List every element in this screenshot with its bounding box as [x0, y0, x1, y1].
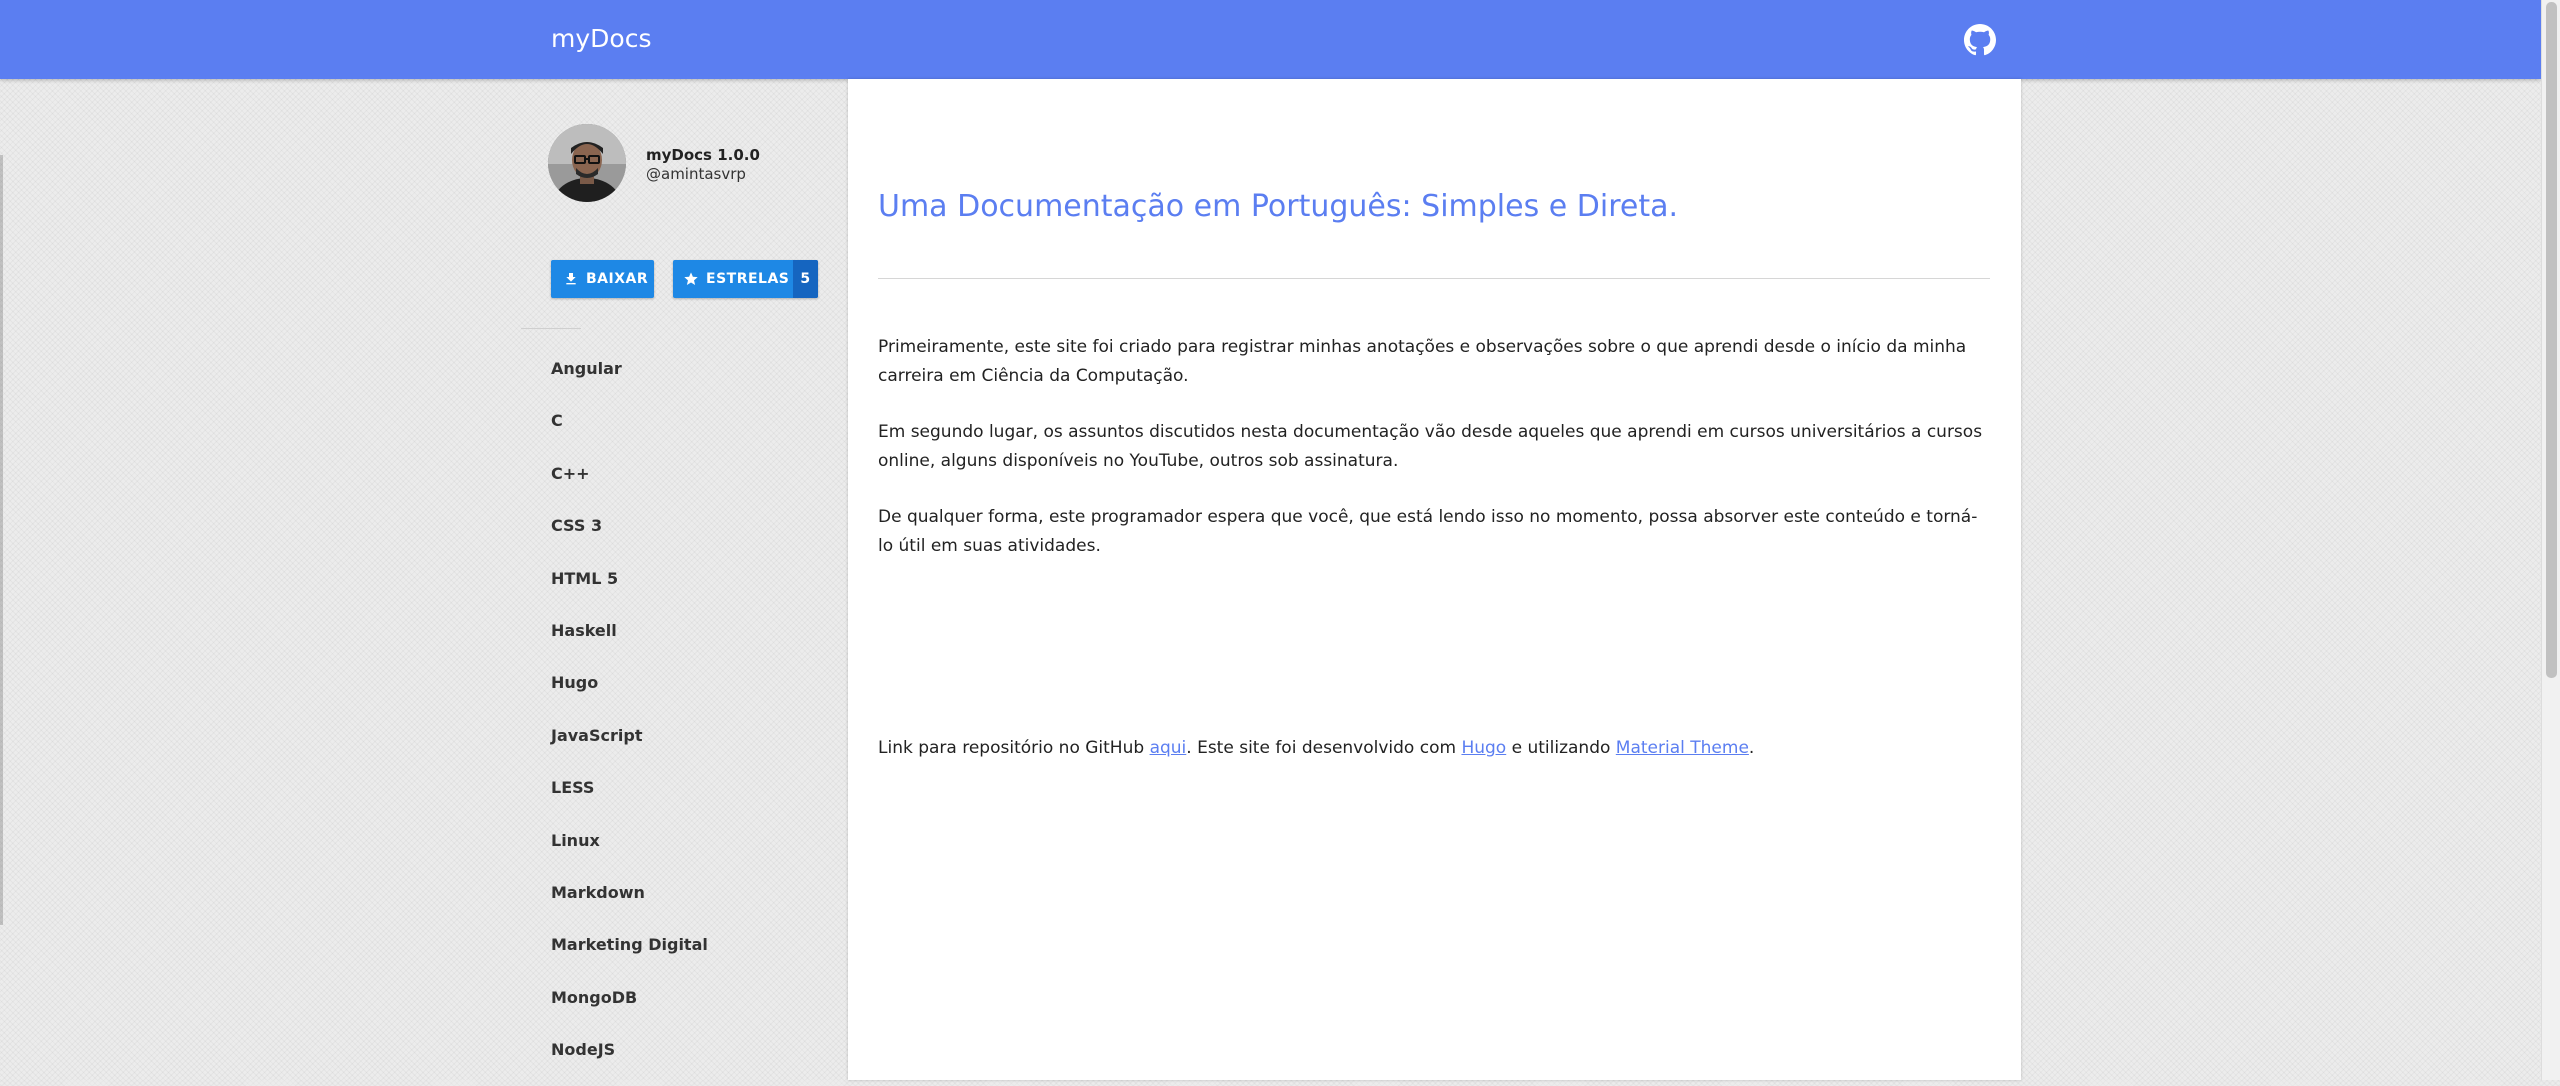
left-edge-shadow — [0, 155, 3, 925]
sidebar-item-cpp[interactable]: C++ — [551, 458, 708, 510]
footer-paragraph: Link para repositório no GitHub aqui. Es… — [878, 734, 1990, 763]
hugo-link[interactable]: Hugo — [1461, 738, 1506, 758]
sidebar-nav: Angular C C++ CSS 3 HTML 5 Haskell Hugo … — [551, 353, 708, 1086]
material-theme-link[interactable]: Material Theme — [1616, 738, 1749, 758]
sidebar-item-less[interactable]: LESS — [551, 772, 708, 824]
footer-text-1: Link para repositório no GitHub — [878, 738, 1150, 758]
sidebar-item-angular[interactable]: Angular — [551, 353, 708, 405]
page-scrollbar[interactable] — [2541, 0, 2560, 1080]
sidebar-divider — [521, 328, 581, 329]
scrollbar-thumb[interactable] — [2546, 2, 2557, 678]
sidebar-item-linux[interactable]: Linux — [551, 825, 708, 877]
site-brand[interactable]: myDocs — [551, 24, 651, 54]
avatar — [548, 124, 626, 202]
sidebar-item-nodejs[interactable]: NodeJS — [551, 1034, 708, 1086]
top-header: myDocs — [0, 0, 2541, 79]
download-button[interactable]: BAIXAR — [551, 260, 654, 298]
sidebar-item-haskell[interactable]: Haskell — [551, 615, 708, 667]
sidebar-item-javascript[interactable]: JavaScript — [551, 720, 708, 772]
project-name: myDocs 1.0.0 — [646, 146, 760, 164]
footer-text-4: . — [1748, 738, 1755, 758]
content-card: Uma Documentação em Português: Simples e… — [848, 79, 2021, 1080]
sidebar-item-c[interactable]: C — [551, 405, 708, 457]
page-title: Uma Documentação em Português: Simples e… — [878, 189, 1679, 224]
intro-paragraph-1: Primeiramente, este site foi criado para… — [878, 337, 1967, 386]
sidebar-item-html5[interactable]: HTML 5 — [551, 563, 708, 615]
intro-paragraph-3: De qualquer forma, este programador espe… — [878, 507, 1978, 556]
sidebar-item-css3[interactable]: CSS 3 — [551, 510, 708, 562]
sidebar-item-marketing-digital[interactable]: Marketing Digital — [551, 929, 708, 981]
stars-button[interactable]: ESTRELAS 5 — [673, 260, 818, 298]
title-divider — [878, 278, 1990, 279]
github-icon[interactable] — [1964, 24, 1996, 56]
stars-count: 5 — [793, 260, 818, 298]
intro-paragraph-2: Em segundo lugar, os assuntos discutidos… — [878, 422, 1983, 471]
footer-text-3: e utilizando — [1506, 738, 1616, 758]
sidebar-item-hugo[interactable]: Hugo — [551, 667, 708, 719]
sidebar-item-mongodb[interactable]: MongoDB — [551, 982, 708, 1034]
footer-text-2: . Este site foi desenvolvido com — [1186, 738, 1462, 758]
repo-link[interactable]: aqui — [1150, 738, 1187, 758]
stars-label: ESTRELAS — [706, 271, 790, 287]
project-user[interactable]: @amintasvrp — [646, 165, 746, 183]
sidebar-item-markdown[interactable]: Markdown — [551, 877, 708, 929]
download-icon — [563, 271, 579, 287]
star-icon — [683, 271, 699, 287]
download-label: BAIXAR — [586, 271, 649, 287]
